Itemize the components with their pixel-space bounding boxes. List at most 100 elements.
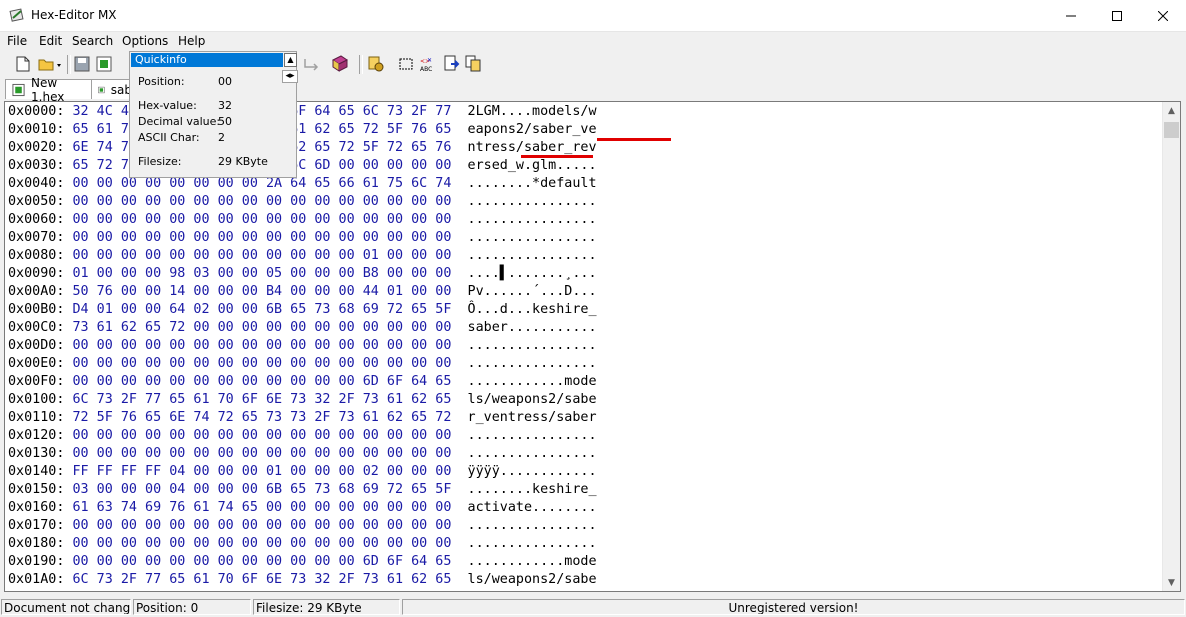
tab-new-1-hex[interactable]: New 1.hex — [5, 76, 97, 104]
hex-row[interactable]: 0x0050: 00 00 00 00 00 00 00 00 00 00 00… — [8, 193, 597, 211]
menu-options[interactable]: Options — [122, 34, 168, 48]
row-hex-bytes[interactable]: 6C 73 2F 77 65 61 70 6F 6E 73 32 2F 73 6… — [73, 572, 452, 587]
goto-button[interactable] — [301, 55, 323, 73]
select-block-button[interactable] — [397, 55, 415, 73]
row-hex-bytes[interactable]: 00 00 00 00 00 00 00 00 00 00 00 00 6D 6… — [73, 554, 452, 569]
minimize-button[interactable] — [1048, 0, 1094, 31]
hex-row[interactable]: 0x00E0: 00 00 00 00 00 00 00 00 00 00 00… — [8, 355, 597, 373]
hex-row[interactable]: 0x0110: 72 5F 76 65 6E 74 72 65 73 73 2F… — [8, 409, 597, 427]
row-ascii-text[interactable]: eapons2/saber_ve — [468, 122, 597, 137]
hex-row[interactable]: 0x00A0: 50 76 00 00 14 00 00 00 B4 00 00… — [8, 283, 597, 301]
bookmark-button[interactable] — [331, 55, 349, 73]
row-hex-bytes[interactable]: 00 00 00 00 00 00 00 00 00 00 00 00 00 0… — [73, 338, 452, 353]
hex-row[interactable]: 0x0120: 00 00 00 00 00 00 00 00 00 00 00… — [8, 427, 597, 445]
row-hex-bytes[interactable]: D4 01 00 00 64 02 00 00 6B 65 73 68 69 7… — [73, 302, 452, 317]
open-file-button[interactable] — [37, 55, 63, 73]
hex-row[interactable]: 0x0150: 03 00 00 00 04 00 00 00 6B 65 73… — [8, 481, 597, 499]
row-hex-bytes[interactable]: 00 00 00 00 00 00 00 00 00 00 00 00 6D 6… — [73, 374, 452, 389]
row-ascii-text[interactable]: ................ — [468, 338, 597, 353]
quickinfo-title[interactable]: Quickinfo — [131, 53, 283, 67]
scroll-up-arrow-icon[interactable]: ▲ — [1163, 102, 1180, 119]
row-hex-bytes[interactable]: 00 00 00 00 00 00 00 00 00 00 00 00 00 0… — [73, 356, 452, 371]
row-ascii-text[interactable]: saber........... — [468, 320, 597, 335]
scrollbar-thumb[interactable] — [1164, 122, 1179, 138]
row-hex-bytes[interactable]: 00 00 00 00 00 00 00 00 00 00 00 00 00 0… — [73, 194, 452, 209]
row-ascii-text[interactable]: ........keshire_ — [468, 482, 597, 497]
row-ascii-text[interactable]: ................ — [468, 212, 597, 227]
row-ascii-text[interactable]: ................ — [468, 248, 597, 263]
menu-file[interactable]: File — [7, 34, 27, 48]
hex-row[interactable]: 0x0000: 32 4C 47 4D 06 00 00 00 6D 6F 64… — [8, 103, 597, 121]
hex-row[interactable]: 0x00B0: D4 01 00 00 64 02 00 00 6B 65 73… — [8, 301, 597, 319]
row-ascii-text[interactable]: ................ — [468, 230, 597, 245]
row-ascii-text[interactable]: ............mode — [468, 374, 597, 389]
hex-file-button[interactable] — [95, 55, 113, 73]
close-button[interactable] — [1140, 0, 1186, 31]
hex-row[interactable]: 0x00F0: 00 00 00 00 00 00 00 00 00 00 00… — [8, 373, 597, 391]
options-button[interactable] — [367, 55, 385, 73]
save-button[interactable] — [73, 55, 91, 73]
hex-row[interactable]: 0x0130: 00 00 00 00 00 00 00 00 00 00 00… — [8, 445, 597, 463]
row-hex-bytes[interactable]: 73 61 62 65 72 00 00 00 00 00 00 00 00 0… — [73, 320, 452, 335]
row-ascii-text[interactable]: ersed_w.glm..... — [468, 158, 597, 173]
quickinfo-resize-arrows-icon[interactable]: ◂▸ — [282, 70, 298, 83]
maximize-button[interactable] — [1094, 0, 1140, 31]
row-hex-bytes[interactable]: 00 00 00 00 00 00 00 00 00 00 00 00 00 0… — [73, 446, 452, 461]
hex-row[interactable]: 0x0030: 65 72 73 65 64 5F 77 2E 67 6C 6D… — [8, 157, 597, 175]
row-ascii-text[interactable]: ....▌.......¸... — [468, 266, 597, 281]
hex-row[interactable]: 0x0170: 00 00 00 00 00 00 00 00 00 00 00… — [8, 517, 597, 535]
row-hex-bytes[interactable]: 00 00 00 00 00 00 00 00 00 00 00 00 00 0… — [73, 230, 452, 245]
hex-row[interactable]: 0x0180: 00 00 00 00 00 00 00 00 00 00 00… — [8, 535, 597, 553]
scroll-down-arrow-icon[interactable]: ▼ — [1163, 574, 1180, 591]
row-ascii-text[interactable]: ........*default — [468, 176, 597, 191]
hex-row[interactable]: 0x00C0: 73 61 62 65 72 00 00 00 00 00 00… — [8, 319, 597, 337]
hex-row[interactable]: 0x0190: 00 00 00 00 00 00 00 00 00 00 00… — [8, 553, 597, 571]
row-ascii-text[interactable]: 2LGM....models/w — [468, 104, 597, 119]
row-ascii-text[interactable]: ................ — [468, 446, 597, 461]
hex-row[interactable]: 0x0090: 01 00 00 00 98 03 00 00 05 00 00… — [8, 265, 597, 283]
row-ascii-text[interactable]: ................ — [468, 518, 597, 533]
row-ascii-text[interactable]: Pv......´...D... — [468, 284, 597, 299]
menu-search[interactable]: Search — [72, 34, 113, 48]
row-hex-bytes[interactable]: 6C 73 2F 77 65 61 70 6F 6E 73 32 2F 73 6… — [73, 392, 452, 407]
row-ascii-text[interactable]: ntress/saber_rev — [468, 140, 597, 155]
hex-row[interactable]: 0x0010: 65 61 70 6F 6E 73 32 2F 73 61 62… — [8, 121, 597, 139]
hex-row[interactable]: 0x01A0: 6C 73 2F 77 65 61 70 6F 6E 73 32… — [8, 571, 597, 589]
row-hex-bytes[interactable]: 00 00 00 00 00 00 00 00 2A 64 65 66 61 7… — [73, 176, 452, 191]
row-ascii-text[interactable]: ............mode — [468, 554, 597, 569]
menu-help[interactable]: Help — [178, 34, 205, 48]
row-ascii-text[interactable]: ................ — [468, 428, 597, 443]
row-hex-bytes[interactable]: 01 00 00 00 98 03 00 00 05 00 00 00 B8 0… — [73, 266, 452, 281]
row-ascii-text[interactable]: ................ — [468, 536, 597, 551]
row-ascii-text[interactable]: ls/weapons2/sabe — [468, 392, 597, 407]
row-hex-bytes[interactable]: 00 00 00 00 00 00 00 00 00 00 00 00 00 0… — [73, 212, 452, 227]
row-hex-bytes[interactable]: FF FF FF FF 04 00 00 00 01 00 00 00 02 0… — [73, 464, 452, 479]
row-ascii-text[interactable]: r_ventress/saber — [468, 410, 597, 425]
row-hex-bytes[interactable]: 00 00 00 00 00 00 00 00 00 00 00 00 00 0… — [73, 536, 452, 551]
row-ascii-text[interactable]: ................ — [468, 356, 597, 371]
convert-button[interactable]: <> ✕ ABC — [419, 55, 439, 73]
row-hex-bytes[interactable]: 61 63 74 69 76 61 74 65 00 00 00 00 00 0… — [73, 500, 452, 515]
hex-row[interactable]: 0x0100: 6C 73 2F 77 65 61 70 6F 6E 73 32… — [8, 391, 597, 409]
export-button[interactable] — [443, 55, 461, 73]
row-ascii-text[interactable]: ls/weapons2/sabe — [468, 572, 597, 587]
quickinfo-collapse-button[interactable]: ▲ — [284, 53, 297, 67]
row-hex-bytes[interactable]: 72 5F 76 65 6E 74 72 65 73 73 2F 73 61 6… — [73, 410, 452, 425]
hex-row[interactable]: 0x0040: 00 00 00 00 00 00 00 00 2A 64 65… — [8, 175, 597, 193]
row-ascii-text[interactable]: activate........ — [468, 500, 597, 515]
row-hex-bytes[interactable]: 00 00 00 00 00 00 00 00 00 00 00 00 00 0… — [73, 518, 452, 533]
hex-row[interactable]: 0x00D0: 00 00 00 00 00 00 00 00 00 00 00… — [8, 337, 597, 355]
vertical-scrollbar[interactable]: ▲ ▼ — [1162, 102, 1180, 591]
hex-row[interactable]: 0x0140: FF FF FF FF 04 00 00 00 01 00 00… — [8, 463, 597, 481]
hex-row[interactable]: 0x0160: 61 63 74 69 76 61 74 65 00 00 00… — [8, 499, 597, 517]
hex-row[interactable]: 0x0060: 00 00 00 00 00 00 00 00 00 00 00… — [8, 211, 597, 229]
row-hex-bytes[interactable]: 50 76 00 00 14 00 00 00 B4 00 00 00 44 0… — [73, 284, 452, 299]
row-ascii-text[interactable]: Ô...d...keshire_ — [468, 302, 597, 317]
menu-edit[interactable]: Edit — [39, 34, 62, 48]
row-ascii-text[interactable]: ÿÿÿÿ............ — [468, 464, 597, 479]
compare-button[interactable] — [465, 55, 483, 73]
row-hex-bytes[interactable]: 03 00 00 00 04 00 00 00 6B 65 73 68 69 7… — [73, 482, 452, 497]
hex-row[interactable]: 0x0020: 6E 74 72 65 73 73 2F 73 61 62 65… — [8, 139, 597, 157]
row-hex-bytes[interactable]: 00 00 00 00 00 00 00 00 00 00 00 00 01 0… — [73, 248, 452, 263]
hex-row[interactable]: 0x0070: 00 00 00 00 00 00 00 00 00 00 00… — [8, 229, 597, 247]
